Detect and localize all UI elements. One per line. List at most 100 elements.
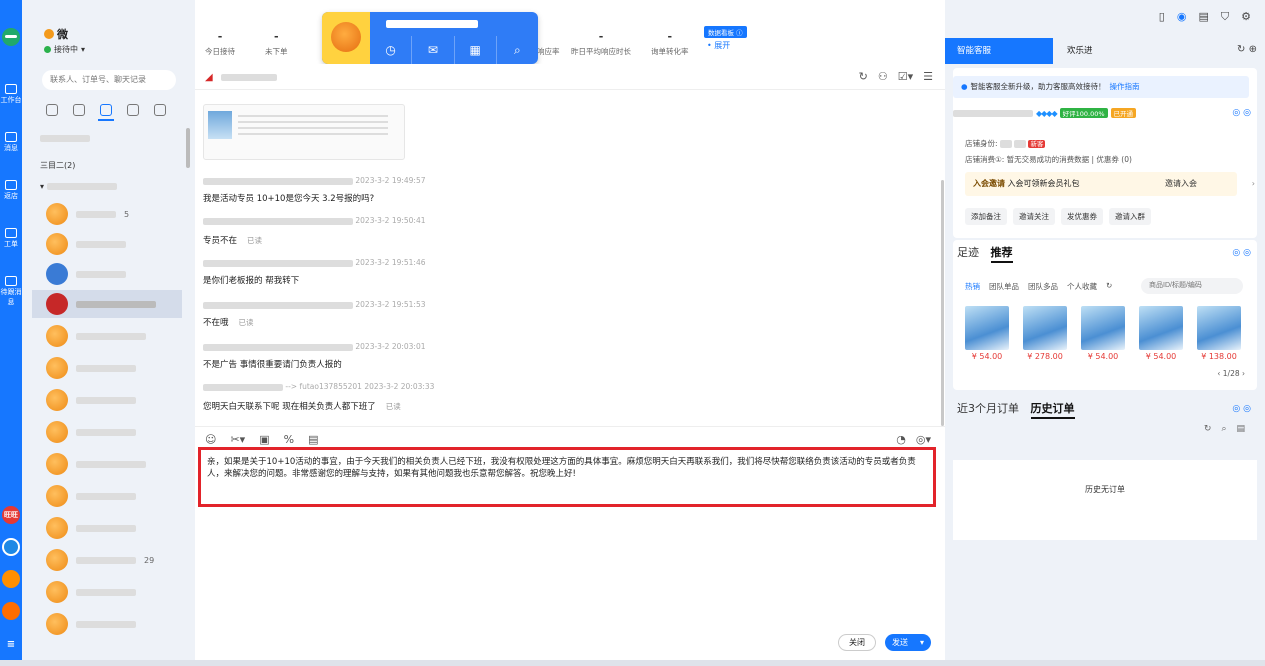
contact-search-input[interactable] (42, 70, 176, 90)
contact-item-selected[interactable] (32, 290, 182, 318)
phone-icon[interactable]: ▯ (1159, 10, 1165, 24)
contact-item[interactable] (32, 450, 182, 478)
contact-item[interactable]: 29 (32, 546, 182, 574)
menu-icon[interactable]: ☰ (923, 70, 933, 83)
contact-item[interactable] (32, 418, 182, 446)
status-dropdown[interactable]: 接待中 ▾ (44, 44, 85, 55)
rail-app-wangwang[interactable]: 旺旺 (2, 506, 20, 524)
user-icon[interactable]: ⚇ (878, 70, 888, 83)
contact-item[interactable] (32, 386, 182, 414)
emoji-icon[interactable]: ☺ (205, 433, 216, 446)
guide-link[interactable]: 操作指南 (1110, 82, 1140, 91)
product-item[interactable]: ¥ 54.00 (1081, 306, 1125, 361)
smart-reply-icon[interactable]: ◎▾ (916, 433, 931, 446)
app-logo[interactable] (2, 28, 20, 46)
history-tab-icon[interactable] (73, 104, 85, 116)
tab-recommend[interactable]: 推荐 (990, 246, 1013, 263)
contact-item[interactable] (32, 322, 182, 350)
product-item[interactable]: ¥ 54.00 (1139, 306, 1183, 361)
contacts-scrollbar[interactable] (186, 128, 190, 168)
chevron-down-icon[interactable]: ▾ (920, 634, 924, 651)
group-header-2[interactable]: ▾ (40, 182, 117, 191)
group-tab-icon[interactable] (127, 104, 139, 116)
expand-icon[interactable]: ◎ ◎ (1232, 248, 1251, 258)
tab-smart-service[interactable]: 智能客服 (945, 38, 1053, 64)
mail-icon[interactable]: ✉ (411, 36, 453, 64)
tab-recent-orders[interactable]: 近3个月订单 (957, 402, 1019, 415)
contact-item[interactable] (32, 230, 182, 258)
file-icon[interactable]: ▣ (259, 433, 269, 446)
chat-scrollbar[interactable] (941, 180, 944, 426)
rail-app-hand[interactable] (2, 570, 20, 588)
contact-item[interactable] (32, 514, 182, 542)
contact-item[interactable] (32, 260, 182, 288)
chevron-right-icon[interactable]: › (1252, 172, 1255, 196)
product-card[interactable] (203, 104, 405, 160)
floating-assistant-widget[interactable]: ◷ ✉ ▦ ⌕ (322, 12, 538, 64)
vip-invite-banner[interactable]: 入会邀请 入会可领新会员礼包 邀请入会 › (965, 172, 1255, 196)
product-pager[interactable]: ‹ 1/28 › (1217, 369, 1245, 378)
rail-messages[interactable]: 消息 (0, 132, 22, 153)
search-icon[interactable]: ⌕ (495, 36, 538, 64)
message-input-area[interactable]: 亲，如果是关于10+10活动的事宜，由于今天我们的相关负责人已经下班，我没有权限… (195, 447, 945, 660)
notes-icon[interactable]: ▤ (1198, 10, 1208, 24)
settings-icon[interactable]: ⚙ (1241, 10, 1251, 24)
checklist-icon[interactable]: ☑▾ (898, 70, 913, 83)
group-label[interactable]: 三目二(2) (40, 160, 75, 171)
tab-history-orders[interactable]: 历史订单 (1030, 402, 1075, 419)
add-note-button[interactable]: 添加备注 (965, 208, 1007, 225)
tab-footprint[interactable]: 足迹 (957, 246, 979, 259)
filter-team-multi[interactable]: 团队多品 (1028, 281, 1058, 292)
org-tab-icon[interactable] (154, 104, 166, 116)
contact-item[interactable] (32, 610, 182, 638)
gauge-icon[interactable]: ◔ (896, 433, 906, 446)
clock-icon[interactable]: ◷ (370, 36, 411, 64)
rail-workbench[interactable]: 工作台 (0, 84, 22, 105)
rail-app-notes[interactable] (2, 538, 20, 556)
shirt-icon[interactable]: ⛉ (1221, 10, 1229, 24)
refresh-icon[interactable]: ↻ (1106, 281, 1112, 292)
contact-item[interactable] (32, 354, 182, 382)
rail-tickets[interactable]: 工单 (0, 228, 22, 249)
invite-group-button[interactable]: 邀请入群 (1109, 208, 1151, 225)
filter-hot[interactable]: 热销 (965, 281, 980, 292)
refresh-icon[interactable]: ↻ (859, 70, 868, 83)
contact-item[interactable]: 5 (32, 200, 182, 228)
contact-item[interactable] (32, 482, 182, 510)
product-item[interactable]: ¥ 54.00 (965, 306, 1009, 361)
expand-icon[interactable]: ◎ ◎ (1232, 404, 1251, 414)
product-search-input[interactable] (1141, 278, 1243, 294)
add-icon[interactable]: ⊕ (1249, 44, 1257, 55)
filter-icon[interactable]: ▤ (1236, 424, 1245, 434)
filter-favorites[interactable]: 个人收藏 (1067, 281, 1097, 292)
send-button[interactable]: 发送 ▾ (885, 634, 931, 651)
menu-icon[interactable]: ≡ (2, 636, 20, 654)
product-item[interactable]: ¥ 138.00 (1197, 306, 1241, 361)
expand-icon[interactable]: ◎ ◎ (1232, 108, 1251, 118)
close-button[interactable]: 关闭 (838, 634, 876, 651)
refresh-icon[interactable]: ↻ (1237, 44, 1245, 55)
invite-member-button[interactable]: 邀请入会 (1165, 172, 1197, 196)
refresh-icon[interactable]: ↻ (1204, 424, 1212, 434)
rail-shop[interactable]: 返店 (0, 180, 22, 201)
rail-app-taobao[interactable] (2, 602, 20, 620)
invite-follow-button[interactable]: 邀请关注 (1013, 208, 1055, 225)
chat-circle-icon[interactable]: ◉ (1177, 10, 1187, 24)
reply-draft-text[interactable]: 亲，如果是关于10+10活动的事宜，由于今天我们的相关负责人已经下班，我没有权限… (198, 447, 936, 507)
group-header[interactable] (40, 134, 90, 143)
contact-item[interactable] (32, 578, 182, 606)
contact-tab-icon[interactable] (98, 104, 114, 121)
product-item[interactable]: ¥ 278.00 (1023, 306, 1067, 361)
note-icon[interactable]: ▤ (308, 433, 318, 446)
chat-tab-icon[interactable] (46, 104, 58, 116)
discount-icon[interactable]: % (284, 433, 294, 446)
expand-toggle[interactable]: • 展开 (707, 40, 730, 51)
data-dashboard-badge[interactable]: 数据看板 ⓘ (704, 26, 747, 38)
rail-pending[interactable]: 待跟消息 (0, 276, 22, 307)
send-coupon-button[interactable]: 发优惠券 (1061, 208, 1103, 225)
search-icon[interactable]: ⌕ (1221, 424, 1226, 434)
filter-team-single[interactable]: 团队单品 (989, 281, 1019, 292)
calendar-icon[interactable]: ▦ (453, 36, 496, 64)
tab-joy[interactable]: 欢乐进 (1055, 38, 1105, 64)
scissors-icon[interactable]: ✂▾ (230, 433, 245, 446)
